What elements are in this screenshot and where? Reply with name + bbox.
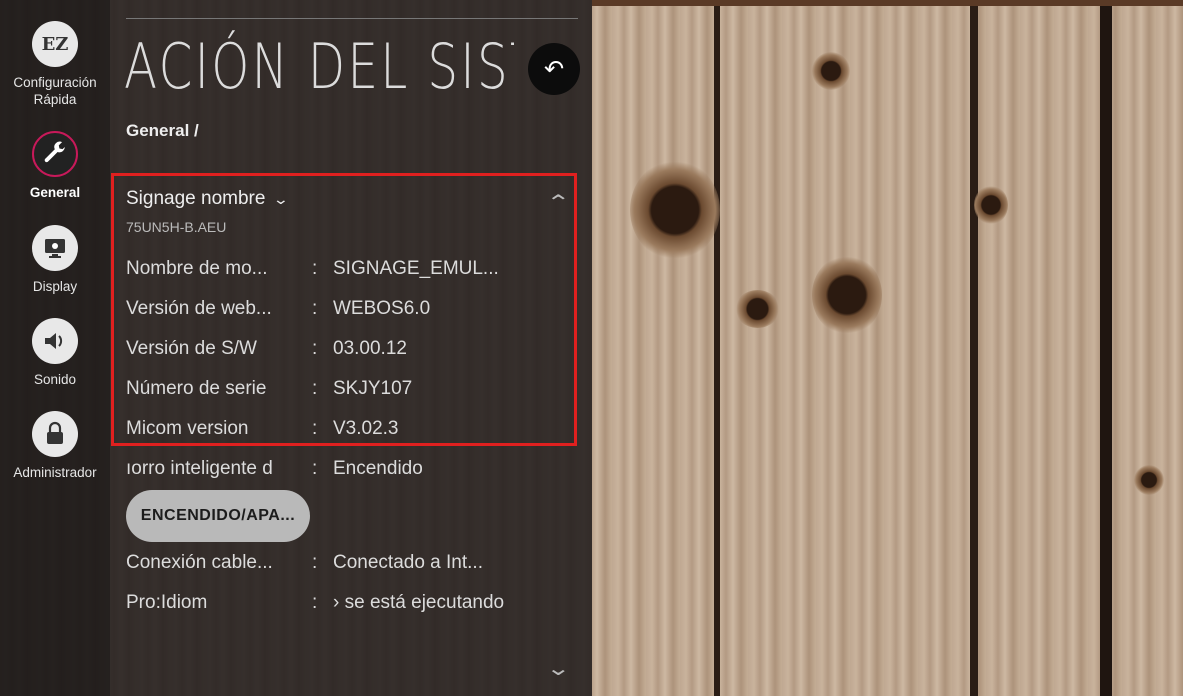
row-separator: :	[312, 298, 318, 319]
row-key: Conexión cable...	[126, 552, 273, 573]
ez-icon: EZ	[32, 21, 78, 67]
side-nav: EZ Configuración Rápida General Display …	[0, 0, 110, 696]
settings-panel: ACIÓN DEL SIST ↶ General / Signage nombr…	[110, 0, 592, 696]
row-value: › se está ejecutando	[333, 592, 505, 613]
signage-name-label: Signage nombre	[126, 188, 266, 209]
lock-icon	[32, 411, 78, 457]
row-value: SIGNAGE_EMUL...	[333, 258, 499, 279]
row-key: Número de serie	[126, 378, 267, 399]
wood-knot	[630, 160, 720, 260]
signage-name-value: 75UN5H-B.AEU	[126, 219, 227, 235]
row-key: ıorro inteligente d	[126, 458, 273, 479]
info-row: Nombre de mo... : SIGNAGE_EMUL...	[126, 258, 586, 288]
row-value: 03.00.12	[333, 338, 407, 359]
row-separator: :	[312, 592, 318, 613]
back-button[interactable]: ↶	[528, 43, 580, 95]
top-divider	[126, 18, 578, 19]
row-value: SKJY107	[333, 378, 413, 399]
info-row: Número de serie : SKJY107	[126, 378, 586, 408]
row-key: Pro:Idiom	[126, 592, 208, 613]
row-separator: :	[312, 258, 318, 279]
chevron-down-icon: ⌄	[272, 191, 289, 207]
nav-label-general: General	[29, 185, 81, 200]
row-value: Encendido	[333, 458, 423, 479]
nav-item-admin[interactable]: Administrador	[0, 411, 110, 481]
wood-knot	[735, 290, 780, 328]
wired-connection-row: Conexión cable... : Conectado a Int...	[126, 552, 586, 582]
page-title: ACIÓN DEL SIST	[124, 30, 514, 103]
info-row: Versión de S/W : 03.00.12	[126, 338, 586, 368]
row-separator: :	[312, 552, 318, 573]
nav-label-display: Display	[32, 279, 78, 294]
wood-knot	[812, 255, 882, 335]
row-separator: :	[312, 338, 318, 359]
display-icon	[32, 225, 78, 271]
row-key: Versión de web...	[126, 298, 272, 319]
wood-knot	[1134, 465, 1164, 495]
row-value: Conectado a Int...	[333, 552, 483, 573]
row-separator: :	[312, 378, 318, 399]
row-key: Versión de S/W	[126, 338, 257, 359]
row-value: WEBOS6.0	[333, 298, 431, 319]
info-row: Micom version : V3.02.3	[126, 418, 586, 448]
scroll-down-icon[interactable]: ⌄	[546, 656, 571, 681]
wrench-icon	[32, 131, 78, 177]
nav-item-quick-setup[interactable]: EZ Configuración Rápida	[0, 21, 110, 108]
row-key: Nombre de mo...	[126, 258, 268, 279]
nav-label-quick-setup: Configuración Rápida	[13, 75, 97, 107]
smart-energy-row: ıorro inteligente d : Encendido	[126, 458, 586, 488]
row-separator: :	[312, 418, 318, 439]
row-separator: :	[312, 458, 318, 479]
nav-item-general[interactable]: General	[0, 131, 110, 201]
row-key: Micom version	[126, 418, 249, 439]
back-arrow-icon: ↶	[543, 55, 565, 83]
signage-name-header[interactable]: Signage nombre ⌄	[126, 188, 289, 210]
row-value: V3.02.3	[333, 418, 399, 439]
nav-item-display[interactable]: Display	[0, 225, 110, 295]
speaker-icon	[32, 318, 78, 364]
nav-item-sound[interactable]: Sonido	[0, 318, 110, 388]
nav-label-sound: Sonido	[33, 372, 77, 387]
wood-knot	[812, 52, 850, 90]
proidiom-row: Pro:Idiom : › se está ejecutando	[126, 592, 586, 622]
breadcrumb: General /	[126, 121, 199, 140]
wood-top-edge	[592, 0, 1183, 6]
scroll-up-icon[interactable]: ⌃	[546, 190, 571, 215]
info-row: Versión de web... : WEBOS6.0	[126, 298, 586, 328]
wood-knot	[974, 185, 1008, 225]
power-toggle-button[interactable]: ENCENDIDO/APA...	[126, 490, 310, 542]
nav-label-admin: Administrador	[13, 465, 97, 480]
